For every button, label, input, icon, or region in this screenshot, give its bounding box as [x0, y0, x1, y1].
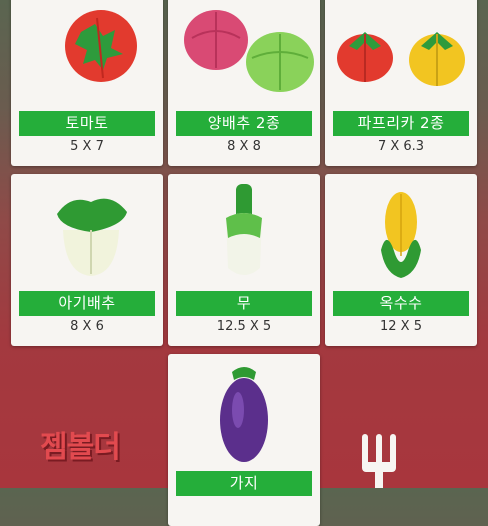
item-label: 아기배추 — [19, 291, 155, 316]
item-label: 양배추 2종 — [176, 111, 312, 136]
product-card-corn[interactable]: 옥수수 12 X 5 — [325, 174, 477, 346]
item-size: 12.5 X 5 — [216, 319, 272, 334]
item-size: 5 X 7 — [70, 139, 104, 154]
item-label: 무 — [176, 291, 312, 316]
tomato-icon — [65, 10, 137, 82]
paprika-icon — [337, 32, 465, 86]
corn-icon — [381, 192, 421, 278]
item-label: 가지 — [176, 471, 312, 496]
item-size: 8 X 6 — [70, 319, 104, 334]
baby-cabbage-icon — [57, 198, 127, 276]
item-size: 8 X 8 — [227, 139, 261, 154]
product-card-paprika[interactable]: 파프리카 2종 7 X 6.3 — [325, 0, 477, 166]
item-size: 7 X 6.3 — [377, 139, 425, 154]
brand-logo: 젬볼더 — [40, 430, 121, 465]
item-label: 파프리카 2종 — [333, 111, 469, 136]
product-card-radish[interactable]: 무 12.5 X 5 — [168, 174, 320, 346]
eggplant-icon — [220, 367, 268, 462]
product-card-cabbage[interactable]: 양배추 2종 8 X 8 — [168, 0, 320, 166]
item-size: 12 X 5 — [380, 319, 422, 334]
fork-icon — [362, 434, 396, 488]
radish-icon — [226, 184, 262, 275]
product-card-tomato[interactable]: 토마토 5 X 7 — [11, 0, 163, 166]
item-label: 옥수수 — [333, 291, 469, 316]
cabbage-icon — [184, 10, 314, 92]
product-card-baby-cabbage[interactable]: 아기배추 8 X 6 — [11, 174, 163, 346]
product-card-eggplant[interactable]: 가지 — [168, 354, 320, 526]
item-label: 토마토 — [19, 111, 155, 136]
